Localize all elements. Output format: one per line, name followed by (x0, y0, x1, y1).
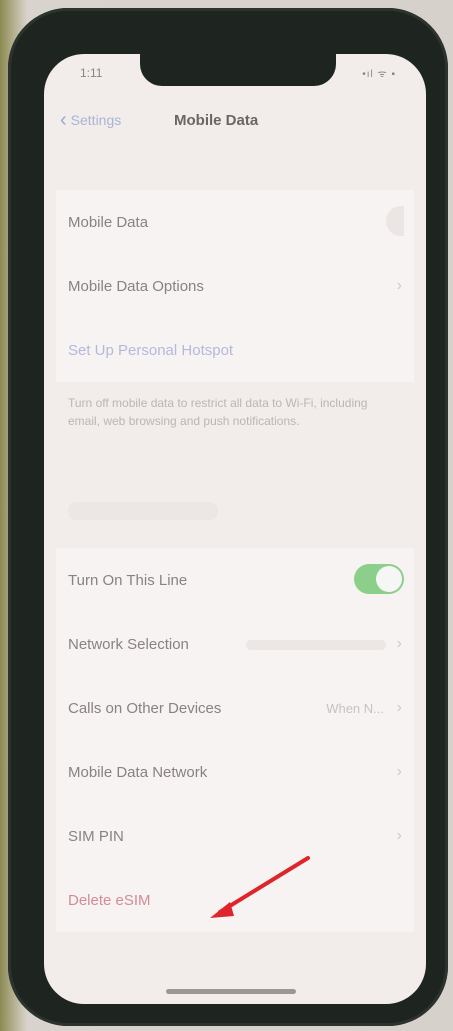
chevron-right-icon: › (396, 763, 402, 780)
page-title: Mobile Data (174, 112, 259, 129)
home-indicator[interactable] (166, 989, 296, 994)
mobile-data-row[interactable]: Mobile Data (56, 190, 414, 254)
mobile-data-section: Mobile Data Mobile Data Options › Set Up… (56, 190, 414, 382)
mobile-data-options-label: Mobile Data Options (68, 277, 204, 295)
chevron-right-icon: › (396, 635, 402, 652)
calls-other-devices-value: When N... (326, 700, 384, 716)
personal-hotspot-link[interactable]: Set Up Personal Hotspot (68, 342, 233, 359)
back-label: Settings (70, 112, 122, 128)
turn-on-line-row[interactable]: Turn On This Line (56, 548, 414, 612)
status-icons: •ıl ᯤ ▪ (362, 69, 396, 80)
network-selection-label: Network Selection (68, 635, 189, 653)
status-time: 1:11 (80, 66, 103, 80)
calls-other-devices-row[interactable]: Calls on Other Devices When N... › (56, 676, 414, 740)
chevron-left-icon: ‹ (60, 109, 67, 131)
personal-hotspot-row[interactable]: Set Up Personal Hotspot (56, 318, 414, 382)
blurred-value (246, 640, 386, 650)
section-header (68, 502, 218, 520)
mobile-data-label: Mobile Data (68, 213, 149, 231)
delete-esim-button[interactable]: Delete eSIM (68, 892, 151, 909)
calls-other-devices-label: Calls on Other Devices (68, 699, 222, 717)
navigation-bar: ‹ Settings Mobile Data (44, 110, 426, 150)
notch (140, 54, 336, 86)
phone-screen: 1:11 •ıl ᯤ ▪ ‹ Settings Mobile Data Mobi… (44, 54, 426, 1004)
sim-pin-label: SIM PIN (68, 827, 124, 845)
back-button[interactable]: ‹ Settings (60, 110, 121, 130)
chevron-right-icon: › (396, 827, 402, 844)
mobile-data-options-row[interactable]: Mobile Data Options › (56, 254, 414, 318)
mobile-data-description: Turn off mobile data to restrict all dat… (68, 396, 368, 428)
chevron-right-icon: › (396, 277, 402, 294)
turn-on-line-toggle[interactable] (354, 564, 404, 594)
phone-frame: 1:11 •ıl ᯤ ▪ ‹ Settings Mobile Data Mobi… (8, 8, 448, 1026)
mobile-data-network-label: Mobile Data Network (68, 763, 208, 781)
mobile-data-toggle[interactable] (386, 206, 404, 236)
network-selection-row[interactable]: Network Selection › (56, 612, 414, 676)
chevron-right-icon: › (396, 699, 402, 716)
turn-on-line-label: Turn On This Line (68, 571, 188, 589)
mobile-data-network-row[interactable]: Mobile Data Network › (56, 740, 414, 804)
annotation-arrow-icon (210, 856, 310, 918)
toggle-knob (376, 566, 402, 592)
